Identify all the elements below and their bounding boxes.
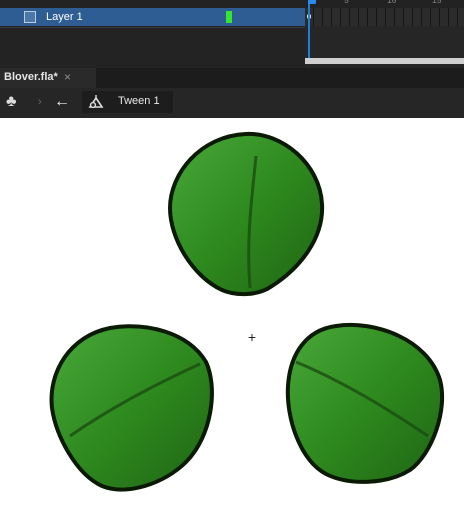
stage[interactable]: + (0, 118, 464, 514)
breadcrumb-separator: › (38, 96, 42, 108)
stage-artwork[interactable]: + (0, 118, 464, 514)
ruler-mark-10: 10 (387, 0, 397, 6)
frame-cells[interactable] (305, 8, 464, 26)
edit-bar: ♣ › ← Tween 1 (0, 88, 464, 118)
document-tab-title[interactable]: Blover.fla* (4, 71, 58, 83)
layers-panel: Layer 1 (0, 0, 305, 68)
layer-divider (0, 27, 305, 28)
breadcrumb-symbol-label[interactable]: Tween 1 (118, 95, 160, 107)
layer-icon (24, 11, 36, 23)
close-icon[interactable]: × (64, 70, 71, 84)
ruler-mark-5: 5 (344, 0, 349, 6)
graphic-symbol-icon (88, 95, 104, 109)
document-tab-bar: Blover.fla* × (0, 68, 464, 88)
document-tab[interactable]: Blover.fla* × (0, 68, 96, 88)
leaf-bottom-left[interactable] (49, 324, 214, 492)
ruler-mark-15: 15 (432, 0, 442, 6)
frame-ruler[interactable]: 5 10 15 (305, 0, 464, 8)
playhead[interactable] (308, 0, 316, 58)
club-icon[interactable]: ♣ (6, 93, 17, 111)
timeline-scrollbar[interactable] (305, 58, 464, 64)
back-arrow-icon[interactable]: ← (54, 93, 70, 111)
leaf-top[interactable] (167, 131, 325, 297)
layer-name[interactable]: Layer 1 (46, 11, 83, 23)
frames-area[interactable]: 5 10 15 (305, 0, 464, 68)
leaf-bottom-right[interactable] (285, 323, 445, 484)
timeline-panel: Layer 1 5 10 15 (0, 0, 464, 68)
layer-outline-color-swatch[interactable] (226, 11, 232, 23)
layer-row[interactable]: Layer 1 (0, 8, 305, 26)
breadcrumb-symbol[interactable]: Tween 1 (82, 91, 173, 113)
playhead-handle[interactable] (308, 0, 316, 4)
registration-point: + (248, 329, 256, 345)
